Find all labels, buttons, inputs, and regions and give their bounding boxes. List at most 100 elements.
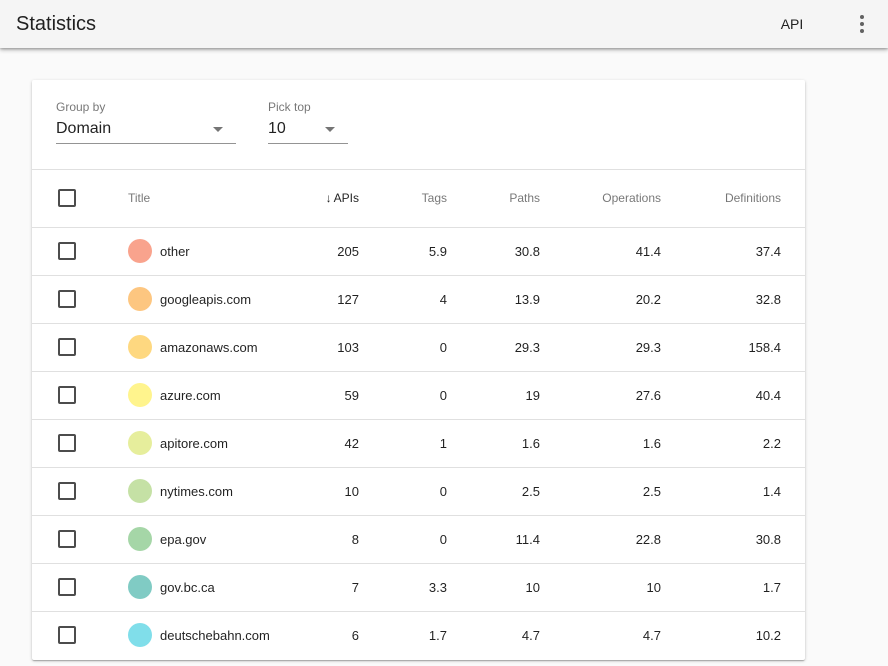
- tags-cell: 0: [359, 323, 447, 372]
- apis-cell: 127: [284, 275, 359, 324]
- paths-cell: 13.9: [447, 275, 540, 324]
- table-row[interactable]: deutschebahn.com 6 1.7 4.7 4.7 10.2: [32, 611, 805, 659]
- pick-top-label: Pick top: [268, 100, 311, 114]
- column-header-paths[interactable]: Paths: [447, 170, 540, 228]
- row-select-cell: [32, 371, 104, 420]
- row-checkbox[interactable]: [58, 626, 76, 645]
- operations-cell: 27.6: [540, 371, 661, 420]
- tags-cell: 4: [359, 275, 447, 324]
- paths-cell: 19: [447, 371, 540, 420]
- operations-cell: 1.6: [540, 419, 661, 468]
- select-all-checkbox[interactable]: [58, 189, 76, 208]
- title-cell: other: [104, 227, 284, 276]
- column-header-tags[interactable]: Tags: [359, 170, 447, 228]
- operations-cell: 29.3: [540, 323, 661, 372]
- row-select-cell: [32, 563, 104, 612]
- color-dot-icon: [128, 287, 152, 311]
- paths-cell: 4.7: [521, 627, 540, 643]
- table-row[interactable]: googleapis.com 127 4 13.9 20.2 32.8: [32, 275, 805, 324]
- definitions-cell: 1.4: [661, 467, 805, 516]
- column-header-apis-label: APIs: [333, 191, 359, 206]
- apis-cell: 8: [284, 515, 359, 564]
- tags-cell: 0: [359, 467, 447, 516]
- row-title: nytimes.com: [160, 483, 233, 499]
- select-underline: [268, 143, 348, 144]
- group-by-select[interactable]: Group by Domain: [56, 80, 236, 150]
- dropdown-arrow-icon: [213, 127, 223, 132]
- definitions-cell: 10.2: [755, 627, 781, 643]
- pick-top-value: 10: [268, 120, 286, 137]
- group-by-label: Group by: [56, 100, 106, 114]
- color-dot-icon: [128, 527, 152, 551]
- row-select-cell: [32, 227, 104, 276]
- column-header-definitions[interactable]: Definitions: [661, 170, 805, 228]
- tags-cell: 3.3: [359, 563, 447, 612]
- column-header-apis[interactable]: ↓ APIs: [284, 170, 359, 228]
- row-title: amazonaws.com: [160, 339, 258, 355]
- row-checkbox[interactable]: [58, 290, 76, 308]
- paths-cell: 30.8: [447, 227, 540, 276]
- more-menu-button[interactable]: [846, 8, 878, 40]
- header-select-cell: [32, 170, 104, 228]
- pick-top-select[interactable]: Pick top 10: [268, 80, 348, 150]
- operations-cell: 22.8: [540, 515, 661, 564]
- title-cell: googleapis.com: [104, 275, 284, 324]
- stats-card: Group by Domain Pick top 10 Title ↓APIs: [32, 80, 805, 660]
- row-title: other: [160, 243, 190, 259]
- row-title: googleapis.com: [160, 291, 252, 307]
- row-checkbox[interactable]: [58, 482, 76, 500]
- filter-bar: Group by Domain Pick top 10: [32, 80, 805, 170]
- table-row[interactable]: amazonaws.com 103 0 29.3 29.3 158.4: [32, 323, 805, 372]
- row-select-cell: [32, 419, 104, 468]
- apis-cell: 42: [284, 419, 359, 468]
- column-header-operations[interactable]: Operations: [540, 170, 661, 228]
- apis-cell: 6: [351, 627, 359, 643]
- apis-cell: 205: [284, 227, 359, 276]
- tags-cell: 0: [359, 371, 447, 420]
- dropdown-arrow-icon: [325, 127, 335, 132]
- definitions-cell: 158.4: [661, 323, 805, 372]
- definitions-cell: 32.8: [661, 275, 805, 324]
- apis-cell: 59: [284, 371, 359, 420]
- operations-cell: 2.5: [540, 467, 661, 516]
- row-select-cell: [32, 323, 104, 372]
- row-checkbox[interactable]: [58, 338, 76, 356]
- row-checkbox[interactable]: [58, 386, 76, 404]
- row-checkbox[interactable]: [58, 242, 76, 260]
- title-cell: deutschebahn.com: [104, 611, 284, 659]
- operations-cell: 41.4: [540, 227, 661, 276]
- row-checkbox[interactable]: [58, 578, 76, 596]
- definitions-cell: 1.7: [661, 563, 805, 612]
- tags-cell: 5.9: [359, 227, 447, 276]
- paths-cell: 10: [447, 563, 540, 612]
- table-row[interactable]: apitore.com 42 1 1.6 1.6 2.2: [32, 419, 805, 468]
- operations-cell: 4.7: [642, 627, 661, 643]
- tags-cell: 1: [359, 419, 447, 468]
- title-cell: apitore.com: [104, 419, 284, 468]
- operations-cell: 10: [540, 563, 661, 612]
- column-header-title[interactable]: Title: [104, 170, 284, 228]
- table-row[interactable]: gov.bc.ca 7 3.3 10 10 1.7: [32, 563, 805, 612]
- table-row[interactable]: nytimes.com 10 0 2.5 2.5 1.4: [32, 467, 805, 516]
- definitions-cell: 37.4: [661, 227, 805, 276]
- apis-cell: 7: [284, 563, 359, 612]
- table-header-row: Title ↓ APIs Tags Paths Operations Defini…: [32, 170, 805, 228]
- color-dot-icon: [128, 623, 152, 648]
- api-button[interactable]: API: [768, 6, 816, 42]
- app-bar: Statistics API: [0, 0, 888, 48]
- table-row[interactable]: other 205 5.9 30.8 41.4 37.4: [32, 227, 805, 276]
- more-vert-icon: [860, 15, 864, 33]
- title-cell: azure.com: [104, 371, 284, 420]
- table-row[interactable]: azure.com 59 0 19 27.6 40.4: [32, 371, 805, 420]
- row-checkbox[interactable]: [58, 434, 76, 452]
- select-underline: [56, 143, 236, 144]
- row-title: azure.com: [160, 387, 221, 403]
- stats-table: Title ↓ APIs Tags Paths Operations Defini…: [32, 170, 805, 659]
- column-header-title-label: Title: [128, 191, 151, 206]
- table-row[interactable]: epa.gov 8 0 11.4 22.8 30.8: [32, 515, 805, 564]
- tags-cell: 1.7: [428, 627, 447, 643]
- row-checkbox[interactable]: [58, 530, 76, 548]
- title-cell: amazonaws.com: [104, 323, 284, 372]
- paths-cell: 1.6: [447, 419, 540, 468]
- row-select-cell: [32, 611, 104, 659]
